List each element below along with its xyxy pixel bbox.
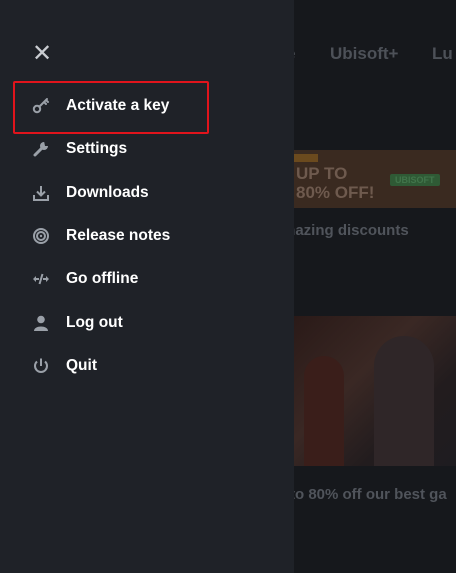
menu-item-label: Release notes bbox=[66, 227, 171, 244]
menu-item-go-offline[interactable]: Go offline bbox=[30, 265, 270, 293]
background-nav-item-ubisoft-plus: Ubisoft+ bbox=[330, 44, 399, 63]
image-figure bbox=[374, 336, 434, 466]
background-game-image bbox=[294, 316, 456, 466]
banner-headline-line-2: 80% OFF! bbox=[296, 183, 375, 202]
user-icon bbox=[30, 312, 52, 334]
menu-item-activate-key[interactable]: Activate a key bbox=[30, 92, 270, 120]
menu-item-label: Log out bbox=[66, 314, 123, 331]
release-notes-icon bbox=[30, 225, 52, 247]
menu-item-label: Downloads bbox=[66, 184, 149, 201]
side-menu: ✕ Activate a key Settings Downloads Rele… bbox=[0, 0, 294, 573]
menu-item-label: Go offline bbox=[66, 270, 139, 287]
menu-item-label: Activate a key bbox=[66, 97, 170, 114]
background-subtitle: mazing discounts bbox=[282, 222, 409, 239]
menu-item-settings[interactable]: Settings bbox=[30, 135, 270, 163]
menu-item-label: Settings bbox=[66, 140, 128, 157]
offline-icon bbox=[30, 268, 52, 290]
banner-tag: UBISOFT bbox=[390, 174, 440, 186]
banner-tag-decoration bbox=[294, 154, 318, 162]
power-icon bbox=[30, 355, 52, 377]
banner-headline-line-1: UP TO bbox=[296, 164, 348, 183]
close-icon[interactable]: ✕ bbox=[32, 42, 52, 66]
key-icon bbox=[30, 95, 52, 117]
background-nav-item: Lu bbox=[432, 44, 453, 63]
wrench-icon bbox=[30, 138, 52, 160]
menu-item-release-notes[interactable]: Release notes bbox=[30, 222, 270, 250]
background-promo-banner: UP TO 80% OFF! UBISOFT bbox=[294, 150, 456, 208]
menu-item-downloads[interactable]: Downloads bbox=[30, 179, 270, 207]
menu-item-log-out[interactable]: Log out bbox=[30, 309, 270, 337]
download-icon bbox=[30, 182, 52, 204]
menu-item-quit[interactable]: Quit bbox=[30, 352, 270, 380]
banner-headline: UP TO 80% OFF! bbox=[296, 164, 374, 202]
background-caption: to 80% off our best ga bbox=[290, 486, 447, 503]
menu-item-label: Quit bbox=[66, 357, 97, 374]
image-figure bbox=[304, 356, 344, 466]
